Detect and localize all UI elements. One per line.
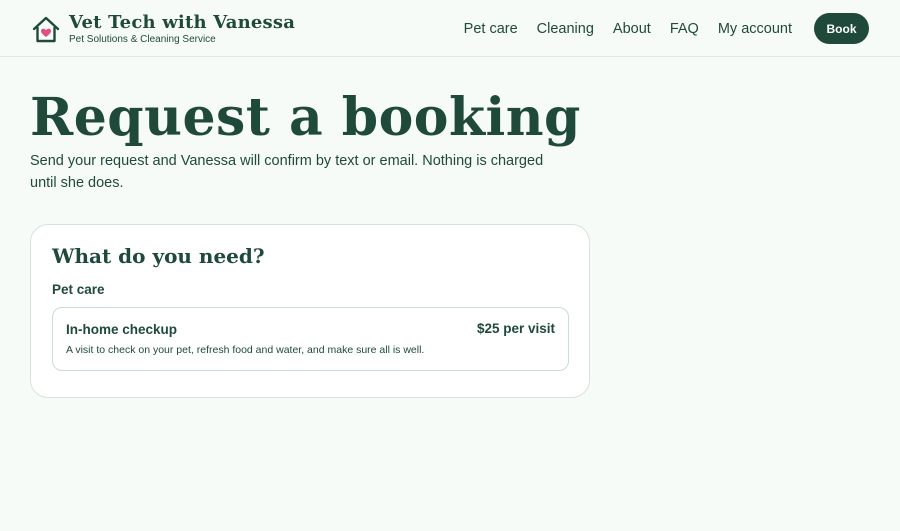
- service-selection-card: What do you need? Pet care In-home check…: [30, 224, 590, 398]
- nav-my-account[interactable]: My account: [718, 21, 792, 37]
- service-description: A visit to check on your pet, refresh fo…: [66, 344, 425, 356]
- book-button[interactable]: Book: [814, 13, 869, 44]
- nav-about[interactable]: About: [613, 21, 651, 37]
- brand-subtitle: Pet Solutions & Cleaning Service: [69, 34, 216, 45]
- house-heart-icon: [32, 16, 60, 43]
- page-title: Request a booking: [30, 87, 581, 148]
- card-title: What do you need?: [52, 244, 265, 268]
- nav-pet-care[interactable]: Pet care: [464, 21, 518, 37]
- brand-title: Vet Tech with Vanessa: [69, 12, 296, 33]
- site-header: Vet Tech with Vanessa Pet Solutions & Cl…: [0, 0, 900, 57]
- nav-faq[interactable]: FAQ: [670, 21, 699, 37]
- brand-logo-link[interactable]: Vet Tech with Vanessa Pet Solutions & Cl…: [31, 14, 295, 46]
- nav-cleaning[interactable]: Cleaning: [537, 21, 594, 37]
- page-intro: Send your request and Vanessa will confi…: [30, 153, 544, 191]
- service-name: In-home checkup: [66, 322, 178, 337]
- section-label-pet-care: Pet care: [52, 282, 105, 297]
- main-nav: Pet care Cleaning About FAQ My account B…: [464, 0, 869, 57]
- service-option-in-home-checkup[interactable]: In-home checkup $25 per visit A visit to…: [52, 307, 569, 371]
- service-price: $25 per visit: [476, 321, 555, 336]
